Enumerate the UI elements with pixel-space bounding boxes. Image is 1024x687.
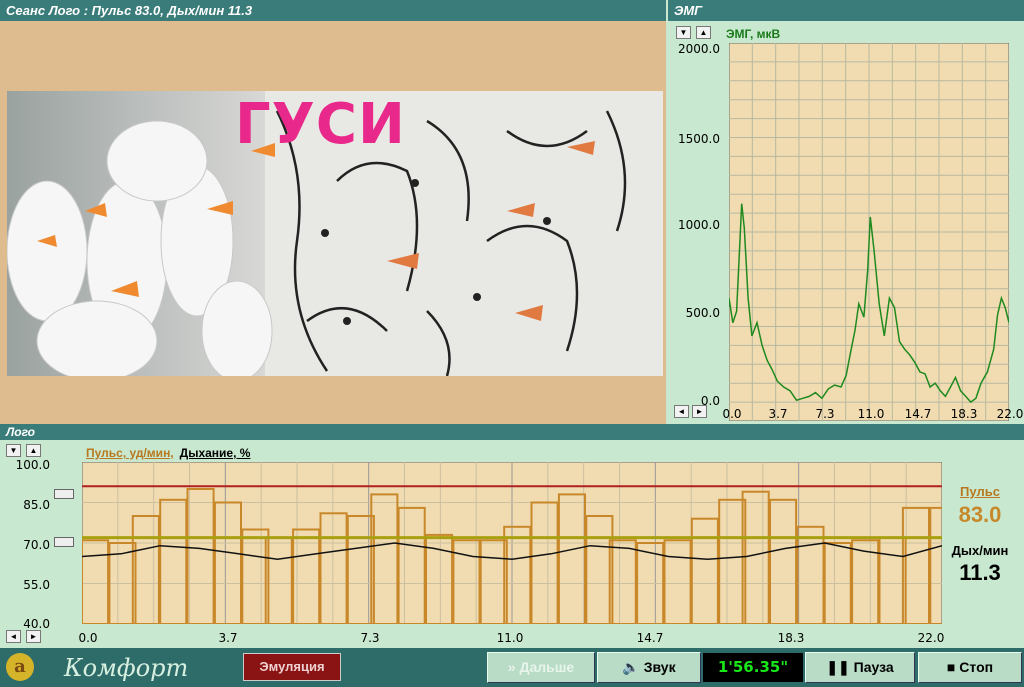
triangle-left-icon: ◄ xyxy=(677,407,686,416)
triangle-right-icon: ► xyxy=(695,407,704,416)
stop-button-label: Стоп xyxy=(959,659,994,675)
triangle-down-icon: ▼ xyxy=(679,28,688,37)
triangle-down-icon: ▼ xyxy=(9,446,18,455)
emg-plot xyxy=(729,43,1009,421)
emg-x-tick: 3.7 xyxy=(768,407,788,421)
triangle-up-icon: ▲ xyxy=(699,28,708,37)
logo-y-tick: 55.0 xyxy=(23,578,50,592)
emg-scroll-right-button[interactable]: ► xyxy=(692,405,707,418)
triangle-left-icon: ◄ xyxy=(9,632,18,641)
emg-panel: ▼ ▲ ЭМГ, мкВ 2000.0 1500.0 1000.0 500.0 … xyxy=(668,21,1024,424)
image-caption-word: ГУСИ xyxy=(235,92,406,157)
pause-icon: ❚❚ xyxy=(826,659,854,675)
emg-y-tick: 1500.0 xyxy=(678,132,720,146)
logo-x-tick: 3.7 xyxy=(218,631,238,645)
sound-button-label: Звук xyxy=(643,659,676,675)
pulse-breath-plot xyxy=(82,462,942,624)
pause-button[interactable]: ❚❚ Пауза xyxy=(805,652,915,683)
logo-y-tick: 40.0 xyxy=(23,617,50,631)
sound-button[interactable]: 🔈 Звук xyxy=(597,652,701,683)
next-button[interactable]: » Дальше xyxy=(487,652,595,683)
emg-x-tick: 22.0 xyxy=(996,407,1024,421)
emg-x-tick: 18.3 xyxy=(950,407,978,421)
brand-logo-icon: a xyxy=(6,653,34,681)
logo-legend: Пульс, уд/мин, Дыхание, % xyxy=(86,446,250,460)
emg-scroll-left-button[interactable]: ◄ xyxy=(674,405,689,418)
emg-y-tick: 500.0 xyxy=(685,306,720,320)
legend-breath: Дыхание, % xyxy=(179,446,251,460)
pulse-readout-label: Пульс xyxy=(960,484,1000,499)
speaker-icon: 🔈 xyxy=(622,659,644,675)
logo-x-tick: 18.3 xyxy=(777,631,805,645)
logo-y-tick: 100.0 xyxy=(15,458,50,472)
session-timer: 1'56.35" xyxy=(703,653,803,682)
logo-scroll-left-button[interactable]: ◄ xyxy=(6,630,21,643)
emg-y-tick: 2000.0 xyxy=(678,42,720,56)
logo-scale-down-button[interactable]: ▼ xyxy=(6,444,21,457)
lower-threshold-handle[interactable] xyxy=(54,537,74,547)
emg-scale-up-button[interactable]: ▲ xyxy=(696,26,711,39)
logo-x-tick: 14.7 xyxy=(636,631,664,645)
emg-x-tick: 7.3 xyxy=(815,407,835,421)
emg-scale-down-button[interactable]: ▼ xyxy=(676,26,691,39)
logo-panel: ▼ ▲ Пульс, уд/мин, Дыхание, % 100.0 85.0 … xyxy=(0,440,1024,648)
breath-readout-label: Дых/мин xyxy=(951,543,1009,558)
pulse-readout-value: 83.0 xyxy=(958,502,1002,527)
logo-window-title: Лого xyxy=(0,424,1024,440)
emg-x-tick: 0.0 xyxy=(722,407,742,421)
stop-icon: ■ xyxy=(946,659,960,675)
stop-button[interactable]: ■ Стоп xyxy=(918,652,1022,683)
bottom-toolbar: a Комфорт Эмуляция » Дальше 🔈 Звук 1'56.… xyxy=(0,648,1024,687)
app-window: Сеанс Лого : Пульс 83.0, Дых/мин 11.3 ЭМ… xyxy=(0,0,1024,687)
video-panel: ГУСИ xyxy=(0,21,666,424)
legend-pulse: Пульс, уд/мин, xyxy=(86,446,174,460)
logo-scale-up-button[interactable]: ▲ xyxy=(26,444,41,457)
breath-readout-value: 11.3 xyxy=(959,560,1001,585)
emulation-button[interactable]: Эмуляция xyxy=(243,653,341,681)
logo-y-tick: 85.0 xyxy=(23,498,50,512)
emg-window-title: ЭМГ xyxy=(668,0,1024,21)
next-button-label: Дальше xyxy=(519,659,575,675)
emg-channel-label: ЭМГ, мкВ xyxy=(726,27,781,41)
logo-x-tick: 11.0 xyxy=(496,631,524,645)
emg-y-tick: 1000.0 xyxy=(678,218,720,232)
video-window-title: Сеанс Лого : Пульс 83.0, Дых/мин 11.3 xyxy=(0,0,666,21)
logo-x-tick: 0.0 xyxy=(78,631,98,645)
logo-y-tick: 70.0 xyxy=(23,538,50,552)
brand-name: Комфорт xyxy=(64,654,189,682)
triangle-right-icon: ► xyxy=(29,632,38,641)
emg-x-tick: 11.0 xyxy=(857,407,885,421)
emg-x-tick: 14.7 xyxy=(904,407,932,421)
double-chevron-right-icon: » xyxy=(507,659,520,675)
triangle-up-icon: ▲ xyxy=(29,446,38,455)
logo-x-tick: 22.0 xyxy=(917,631,945,645)
pause-button-label: Пауза xyxy=(853,659,894,675)
logo-x-tick: 7.3 xyxy=(360,631,380,645)
logo-scroll-right-button[interactable]: ► xyxy=(26,630,41,643)
upper-threshold-handle[interactable] xyxy=(54,489,74,499)
